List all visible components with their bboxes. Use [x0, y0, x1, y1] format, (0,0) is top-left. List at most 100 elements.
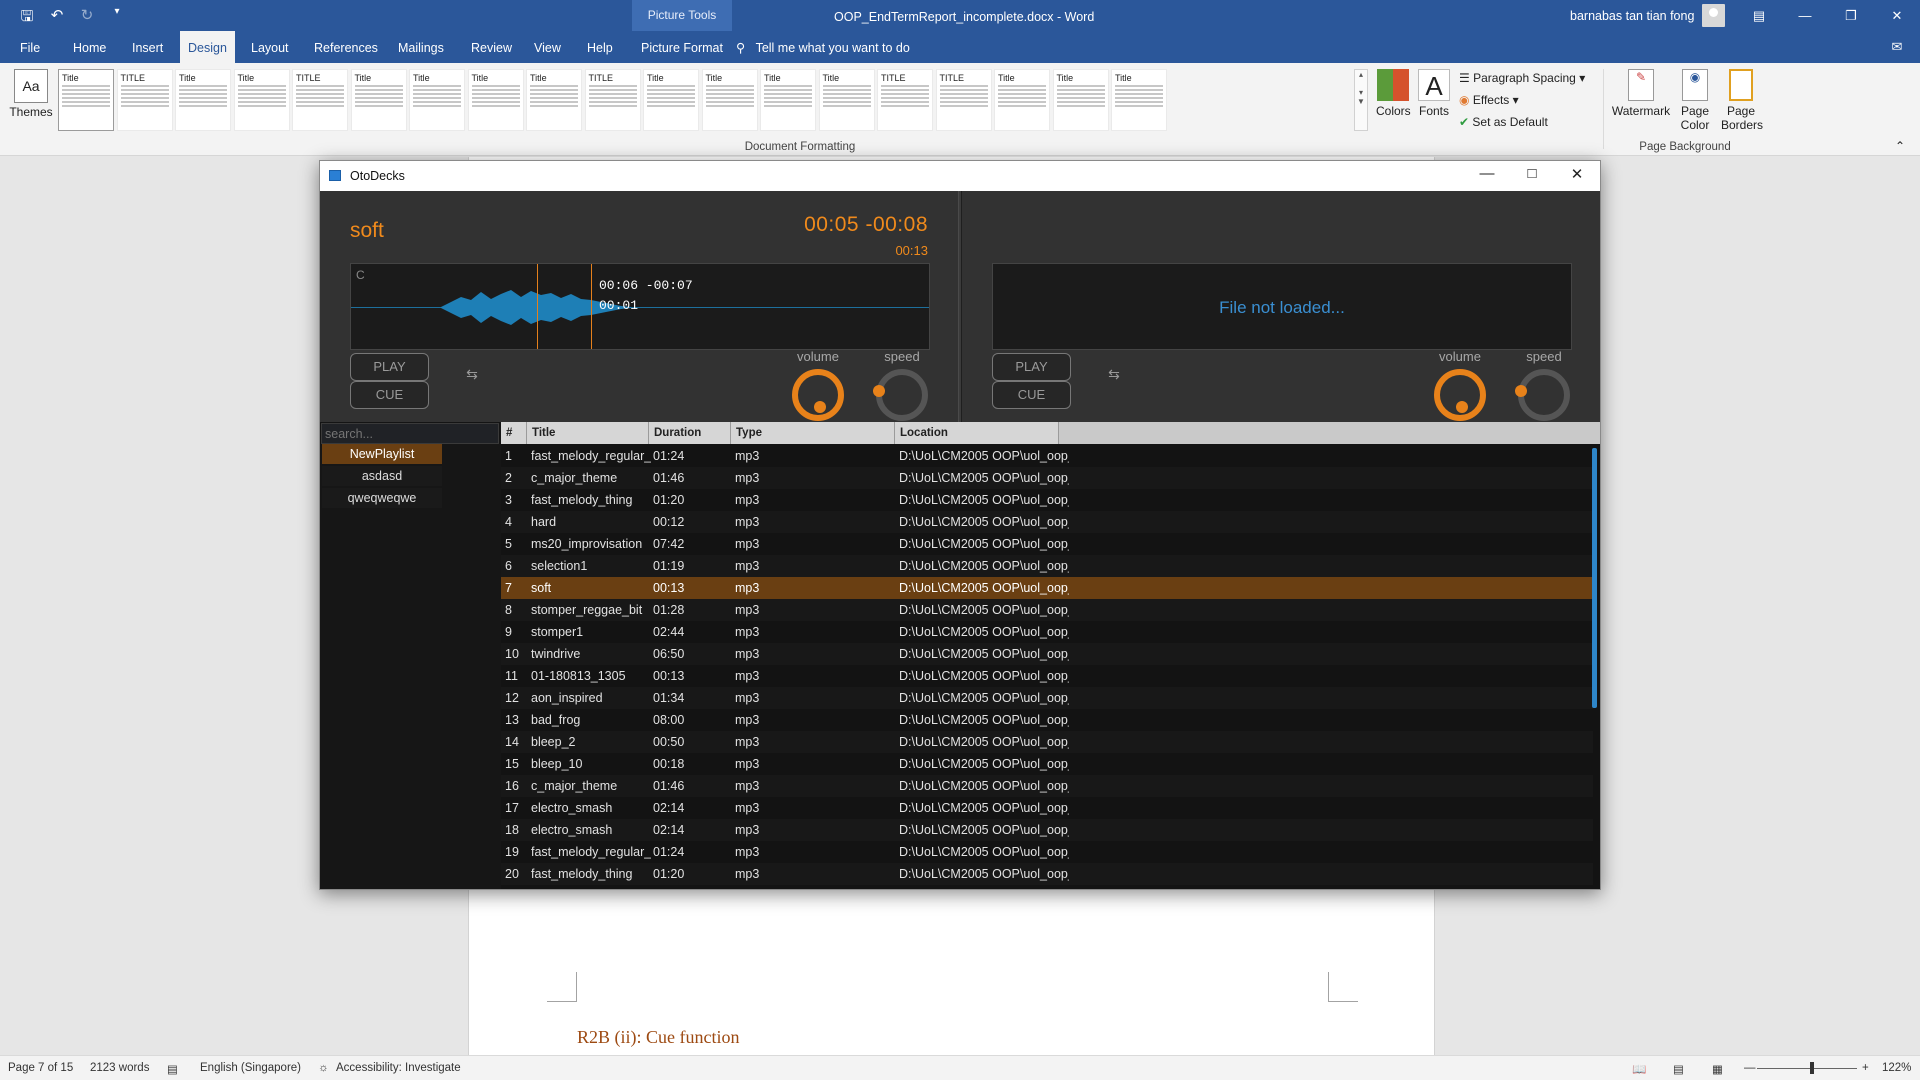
style-set-thumbnail[interactable]: Title	[233, 69, 290, 131]
close-icon[interactable]: ✕	[1562, 165, 1592, 183]
table-row[interactable]: 19 fast_melody_regular_... 01:24 mp3 D:\UoL\…	[501, 841, 1593, 863]
zoom-slider-thumb[interactable]	[1810, 1062, 1814, 1074]
tab-picture-format[interactable]: Picture Format	[633, 31, 731, 63]
tab-layout[interactable]: Layout	[243, 31, 297, 63]
restore-icon[interactable]: ❐	[1828, 0, 1874, 31]
read-mode-icon[interactable]: 📖	[1632, 1062, 1646, 1076]
style-set-thumbnail[interactable]: Title	[643, 69, 699, 131]
watermark-button[interactable]: ✎ Watermark	[1610, 69, 1672, 118]
save-icon[interactable]: 🖫	[18, 6, 36, 31]
table-row[interactable]: 2 c_major_theme 01:46 mp3 D:\UoL\CM2005 OOP\…	[501, 467, 1593, 489]
style-set-thumbnail[interactable]: Title	[818, 69, 875, 131]
minimize-icon[interactable]: —	[1782, 0, 1828, 31]
style-set-thumbnail[interactable]: TITLE	[877, 69, 933, 131]
play-button[interactable]: PLAY	[992, 353, 1071, 381]
zoom-in-icon[interactable]: +	[1862, 1062, 1869, 1074]
search-input[interactable]	[321, 423, 499, 444]
tab-references[interactable]: References	[306, 31, 386, 63]
close-icon[interactable]: ✕	[1874, 0, 1920, 31]
print-layout-icon[interactable]: ▤	[1673, 1062, 1684, 1076]
table-row[interactable]: 15 bleep_10 00:18 mp3 D:\UoL\CM2005 OOP\uol_…	[501, 753, 1593, 775]
play-button[interactable]: PLAY	[350, 353, 429, 381]
fonts-button[interactable]: A Fonts	[1418, 69, 1450, 118]
table-row[interactable]: 12 aon_inspired 01:34 mp3 D:\UoL\CM2005 OOP\…	[501, 687, 1593, 709]
waveform-display[interactable]: C 00:06 -00:07 00:01	[350, 263, 930, 350]
table-scrollbar[interactable]	[1592, 448, 1597, 708]
style-set-thumbnail[interactable]: TITLE	[935, 69, 992, 131]
style-set-thumbnail[interactable]: Title	[467, 69, 524, 131]
loop-icon[interactable]: ⇆	[460, 367, 484, 381]
tab-review[interactable]: Review	[463, 31, 520, 63]
loop-icon[interactable]: ⇆	[1102, 367, 1126, 381]
language[interactable]: English (Singapore)	[200, 1062, 301, 1074]
table-row[interactable]: 9 stomper1 02:44 mp3 D:\UoL\CM2005 OOP\uol_o…	[501, 621, 1593, 643]
style-set-thumbnail[interactable]: TITLE	[116, 69, 173, 131]
table-row[interactable]: 3 fast_melody_thing 01:20 mp3 D:\UoL\CM2005 …	[501, 489, 1593, 511]
customize-qat-icon[interactable]: ▾	[108, 6, 126, 31]
style-set-thumbnail[interactable]: Title	[994, 69, 1050, 131]
user-name[interactable]: barnabas tan tian fong	[1570, 0, 1694, 31]
zoom-out-icon[interactable]: —	[1744, 1062, 1756, 1074]
undo-icon[interactable]: ↶	[48, 6, 66, 31]
speed-knob[interactable]	[876, 369, 928, 421]
table-row[interactable]: 13 bad_frog 08:00 mp3 D:\UoL\CM2005 OOP\uol_…	[501, 709, 1593, 731]
tab-design[interactable]: Design	[180, 31, 235, 63]
table-row[interactable]: 20 fast_melody_thing 01:20 mp3 D:\UoL\CM2005…	[501, 863, 1593, 885]
otodecks-titlebar[interactable]: OtoDecks — □ ✕	[320, 161, 1600, 191]
table-row[interactable]: 5 ms20_improvisation 07:42 mp3 D:\UoL\CM2005…	[501, 533, 1593, 555]
zoom-level[interactable]: 122%	[1882, 1062, 1911, 1074]
table-row[interactable]: 14 bleep_2 00:50 mp3 D:\UoL\CM2005 OOP\uol_o…	[501, 731, 1593, 753]
deck-2-status[interactable]: File not loaded...	[992, 263, 1572, 350]
tab-home[interactable]: Home	[65, 31, 114, 63]
style-set-thumbnail[interactable]: Title	[58, 69, 114, 131]
gallery-scroll[interactable]: ▴ ▾ ▼	[1354, 69, 1368, 131]
minimize-icon[interactable]: —	[1472, 165, 1502, 182]
ribbon-display-icon[interactable]: ▤	[1736, 0, 1782, 31]
cue-button[interactable]: CUE	[350, 381, 429, 409]
proofing-icon[interactable]: ▤	[167, 1062, 178, 1076]
tab-insert[interactable]: Insert	[124, 31, 171, 63]
volume-knob[interactable]	[1434, 369, 1486, 421]
playlist-item[interactable]: asdasd	[322, 466, 442, 486]
accessibility-status[interactable]: Accessibility: Investigate	[336, 1062, 461, 1074]
tab-file[interactable]: File	[12, 31, 48, 63]
table-row[interactable]: 8 stomper_reggae_bit 01:28 mp3 D:\UoL\CM2005…	[501, 599, 1593, 621]
collapse-ribbon-icon[interactable]: ⌃	[1895, 139, 1905, 153]
volume-knob-thumb[interactable]	[1456, 401, 1468, 413]
tab-mailings[interactable]: Mailings	[390, 31, 452, 63]
comments-icon[interactable]: ✉	[1874, 31, 1920, 63]
style-set-thumbnail[interactable]: Title	[526, 69, 582, 131]
maximize-icon[interactable]: □	[1517, 165, 1547, 182]
style-set-thumbnail[interactable]: Title	[350, 69, 407, 131]
tell-me-search[interactable]: ⚲ Tell me what you want to do	[736, 31, 910, 63]
style-set-thumbnail[interactable]: Title	[175, 69, 231, 131]
table-row[interactable]: 16 c_major_theme 01:46 mp3 D:\UoL\CM2005 OOP…	[501, 775, 1593, 797]
column-header-title[interactable]: Title	[527, 422, 649, 444]
style-set-thumbnail[interactable]: Title	[701, 69, 758, 131]
style-set-thumbnail[interactable]: Title	[760, 69, 816, 131]
column-header-duration[interactable]: Duration	[649, 422, 731, 444]
column-header-type[interactable]: Type	[731, 422, 895, 444]
speed-knob[interactable]	[1518, 369, 1570, 421]
volume-knob-thumb[interactable]	[814, 401, 826, 413]
style-set-thumbnail[interactable]: Title	[409, 69, 465, 131]
style-set-thumbnail[interactable]: TITLE	[292, 69, 348, 131]
accessibility-icon[interactable]: ☼	[318, 1062, 329, 1074]
playhead[interactable]	[537, 264, 538, 349]
playlist-item[interactable]: NewPlaylist	[322, 444, 442, 464]
section-heading[interactable]: R2B (ii): Cue function	[577, 1027, 739, 1048]
redo-icon[interactable]: ↻	[78, 6, 96, 31]
table-row[interactable]: 1 fast_melody_regular_... 01:24 mp3 D:\UoL\C…	[501, 445, 1593, 467]
speed-knob-thumb[interactable]	[873, 385, 885, 397]
table-row[interactable]: 4 hard 00:12 mp3 D:\UoL\CM2005 OOP\uol_oop_.…	[501, 511, 1593, 533]
style-set-thumbnail[interactable]: Title	[1111, 69, 1167, 131]
effects-button[interactable]: ◉ Effects ▾	[1459, 93, 1519, 107]
table-row[interactable]: 6 selection1 01:19 mp3 D:\UoL\CM2005 OOP\uol…	[501, 555, 1593, 577]
style-set-thumbnail[interactable]: TITLE	[584, 69, 641, 131]
playlist-item[interactable]: qweqweqwe	[322, 488, 442, 508]
paragraph-spacing-button[interactable]: ☰ Paragraph Spacing ▾	[1459, 71, 1585, 85]
cue-button[interactable]: CUE	[992, 381, 1071, 409]
avatar[interactable]	[1702, 4, 1725, 27]
set-as-default-button[interactable]: ✔ Set as Default	[1459, 115, 1548, 129]
themes-button[interactable]: Aa Themes	[8, 69, 54, 119]
